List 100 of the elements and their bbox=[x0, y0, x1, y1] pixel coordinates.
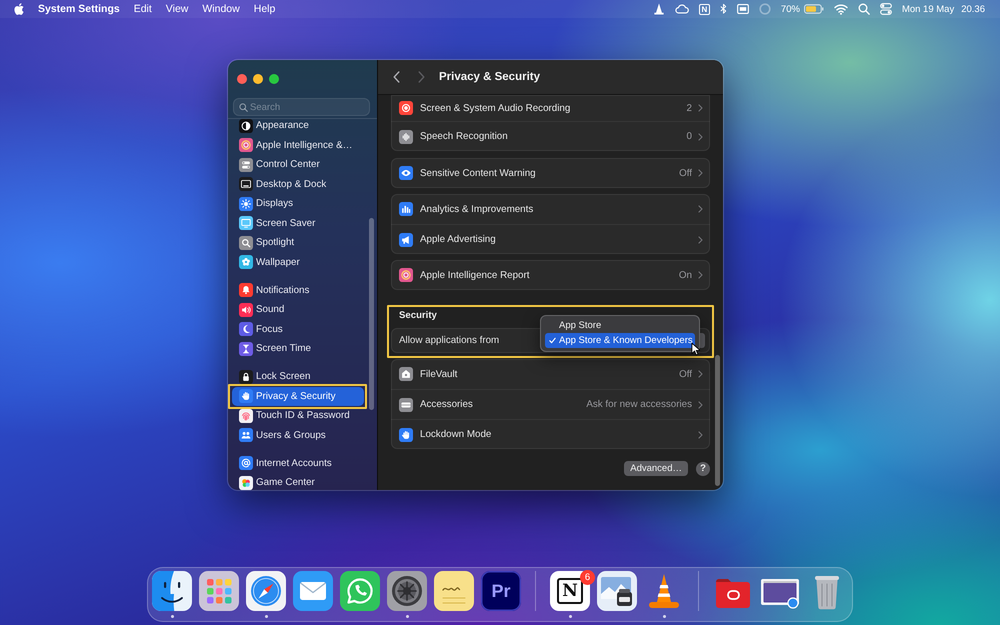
settings-row[interactable]: Speech Recognition 0 bbox=[391, 121, 710, 151]
window-icon[interactable] bbox=[736, 3, 749, 15]
sidebar-item[interactable]: Touch ID & Password bbox=[232, 406, 364, 426]
bar-chart-icon bbox=[399, 202, 413, 216]
concentric-rings-icon bbox=[239, 138, 253, 152]
menu-bar-time[interactable]: 20.36 bbox=[961, 4, 985, 14]
photo-stack-icon[interactable] bbox=[597, 571, 637, 611]
menu-option[interactable]: App Store & Known Developers bbox=[545, 333, 695, 348]
settings-row[interactable]: Lockdown Mode bbox=[391, 419, 710, 449]
settings-row[interactable]: FileVault Off bbox=[391, 359, 710, 389]
row-value: 0 bbox=[686, 131, 692, 142]
traffic-cone-icon[interactable] bbox=[652, 3, 665, 15]
bluetooth-icon[interactable] bbox=[720, 3, 727, 15]
settings-row[interactable]: Sensitive Content Warning Off bbox=[391, 158, 710, 188]
app-grid-icon[interactable] bbox=[199, 571, 239, 611]
chevron-left-icon[interactable] bbox=[393, 71, 400, 83]
wifi-icon[interactable] bbox=[834, 3, 848, 15]
notification-badge: 6 bbox=[580, 570, 595, 585]
n-box-icon[interactable]: N bbox=[698, 4, 710, 14]
row-value: Off bbox=[679, 168, 692, 178]
two-tone-face-icon[interactable] bbox=[152, 571, 192, 611]
bubbles-icon bbox=[239, 476, 253, 490]
minimize-icon[interactable] bbox=[253, 74, 263, 84]
speaker-icon bbox=[239, 302, 253, 317]
menu-item[interactable]: Help bbox=[254, 3, 276, 15]
checkmark-icon bbox=[549, 337, 556, 344]
sidebar-item[interactable]: Spotlight bbox=[232, 233, 364, 252]
settings-row[interactable]: Analytics & Improvements bbox=[391, 194, 710, 224]
lock-icon bbox=[239, 370, 253, 384]
eye-icon bbox=[399, 166, 413, 180]
apple-icon[interactable] bbox=[14, 3, 24, 15]
chevron-right-icon bbox=[698, 205, 703, 213]
sidebar-item[interactable]: Internet Accounts bbox=[232, 454, 364, 473]
chevron-right-icon bbox=[698, 370, 703, 378]
phone-bubble-icon[interactable] bbox=[340, 571, 380, 611]
envelope-icon[interactable] bbox=[293, 571, 333, 611]
menu-item[interactable]: View bbox=[166, 3, 188, 15]
sidebar-item[interactable]: Appearance bbox=[232, 119, 364, 136]
bell-icon bbox=[239, 283, 253, 298]
house-icon bbox=[399, 367, 413, 381]
concentric-rings-icon bbox=[399, 268, 413, 282]
sidebar-item[interactable]: Desktop & Dock bbox=[232, 174, 364, 194]
monitor-icon bbox=[239, 216, 253, 230]
chevron-right-icon bbox=[698, 430, 703, 438]
sidebar-item[interactable]: Game Center bbox=[232, 473, 364, 490]
sidebar-item[interactable]: Displays bbox=[232, 194, 364, 214]
hand-icon bbox=[399, 428, 413, 442]
section-title: Security bbox=[399, 310, 437, 320]
settings-row[interactable]: Apple Advertising bbox=[391, 224, 710, 254]
drive-icon bbox=[399, 398, 413, 412]
search-icon bbox=[239, 102, 248, 112]
toggles-icon[interactable] bbox=[880, 3, 892, 15]
gear-icon[interactable] bbox=[387, 571, 427, 611]
sidebar-item[interactable]: Screen Time bbox=[232, 339, 364, 358]
advanced-button[interactable]: Advanced… bbox=[624, 461, 688, 476]
row-value: Ask for new accessories bbox=[586, 399, 692, 410]
sidebar-item[interactable]: Focus bbox=[232, 320, 364, 339]
menu-option[interactable]: App Store bbox=[545, 318, 695, 333]
sun-icon bbox=[239, 196, 253, 211]
scrollbar-thumb[interactable] bbox=[369, 218, 374, 410]
moon-icon bbox=[239, 322, 253, 336]
chevron-right-icon bbox=[698, 104, 703, 112]
sidebar-item[interactable]: Users & Groups bbox=[232, 426, 364, 445]
pane-title: Privacy & Security bbox=[439, 71, 540, 83]
flower-icon bbox=[239, 255, 253, 270]
sidebar-item[interactable]: Sound bbox=[232, 300, 364, 320]
settings-row[interactable]: Accessories Ask for new accessories bbox=[391, 389, 710, 419]
sidebar-item[interactable]: Control Center bbox=[232, 155, 364, 174]
hourglass-icon bbox=[239, 342, 253, 356]
at-sign-icon bbox=[239, 456, 253, 470]
dock-icon bbox=[239, 177, 253, 192]
scrollbar-thumb[interactable] bbox=[715, 355, 720, 486]
sidebar-item[interactable]: Wallpaper bbox=[232, 252, 364, 272]
magnifier-icon bbox=[239, 236, 253, 250]
megaphone-icon bbox=[399, 232, 413, 246]
sidebar-item[interactable]: Apple Intelligence &… bbox=[232, 136, 364, 155]
chevron-right-icon bbox=[698, 271, 703, 279]
settings-row[interactable]: Apple Intelligence Report On bbox=[391, 260, 710, 290]
chevron-right-icon bbox=[698, 132, 703, 140]
hand-icon bbox=[239, 389, 253, 404]
sidebar-item[interactable]: Notifications bbox=[232, 280, 364, 300]
menu-item[interactable]: Window bbox=[202, 3, 240, 15]
sidebar-item[interactable]: Lock Screen bbox=[232, 367, 364, 386]
compass-icon[interactable] bbox=[246, 571, 286, 611]
settings-row[interactable]: Screen & System Audio Recording 2 bbox=[391, 95, 710, 121]
menu-item[interactable]: Edit bbox=[134, 3, 152, 15]
zoom-icon[interactable] bbox=[269, 74, 279, 84]
contrast-icon bbox=[239, 119, 253, 133]
cloud-icon[interactable] bbox=[674, 3, 689, 15]
row-value: 2 bbox=[686, 102, 692, 114]
sidebar-item[interactable]: Screen Saver bbox=[232, 214, 364, 233]
help-button[interactable]: ? bbox=[696, 462, 710, 476]
chevron-right-icon bbox=[698, 169, 703, 177]
pr-tile-icon[interactable]: Pr bbox=[481, 571, 521, 611]
search-icon[interactable] bbox=[858, 3, 870, 15]
row-value: Off bbox=[679, 368, 692, 380]
close-icon[interactable] bbox=[237, 74, 247, 84]
fingerprint-icon bbox=[239, 408, 253, 423]
app-menu[interactable]: System Settings bbox=[38, 3, 120, 15]
notepad-icon[interactable] bbox=[434, 571, 474, 611]
